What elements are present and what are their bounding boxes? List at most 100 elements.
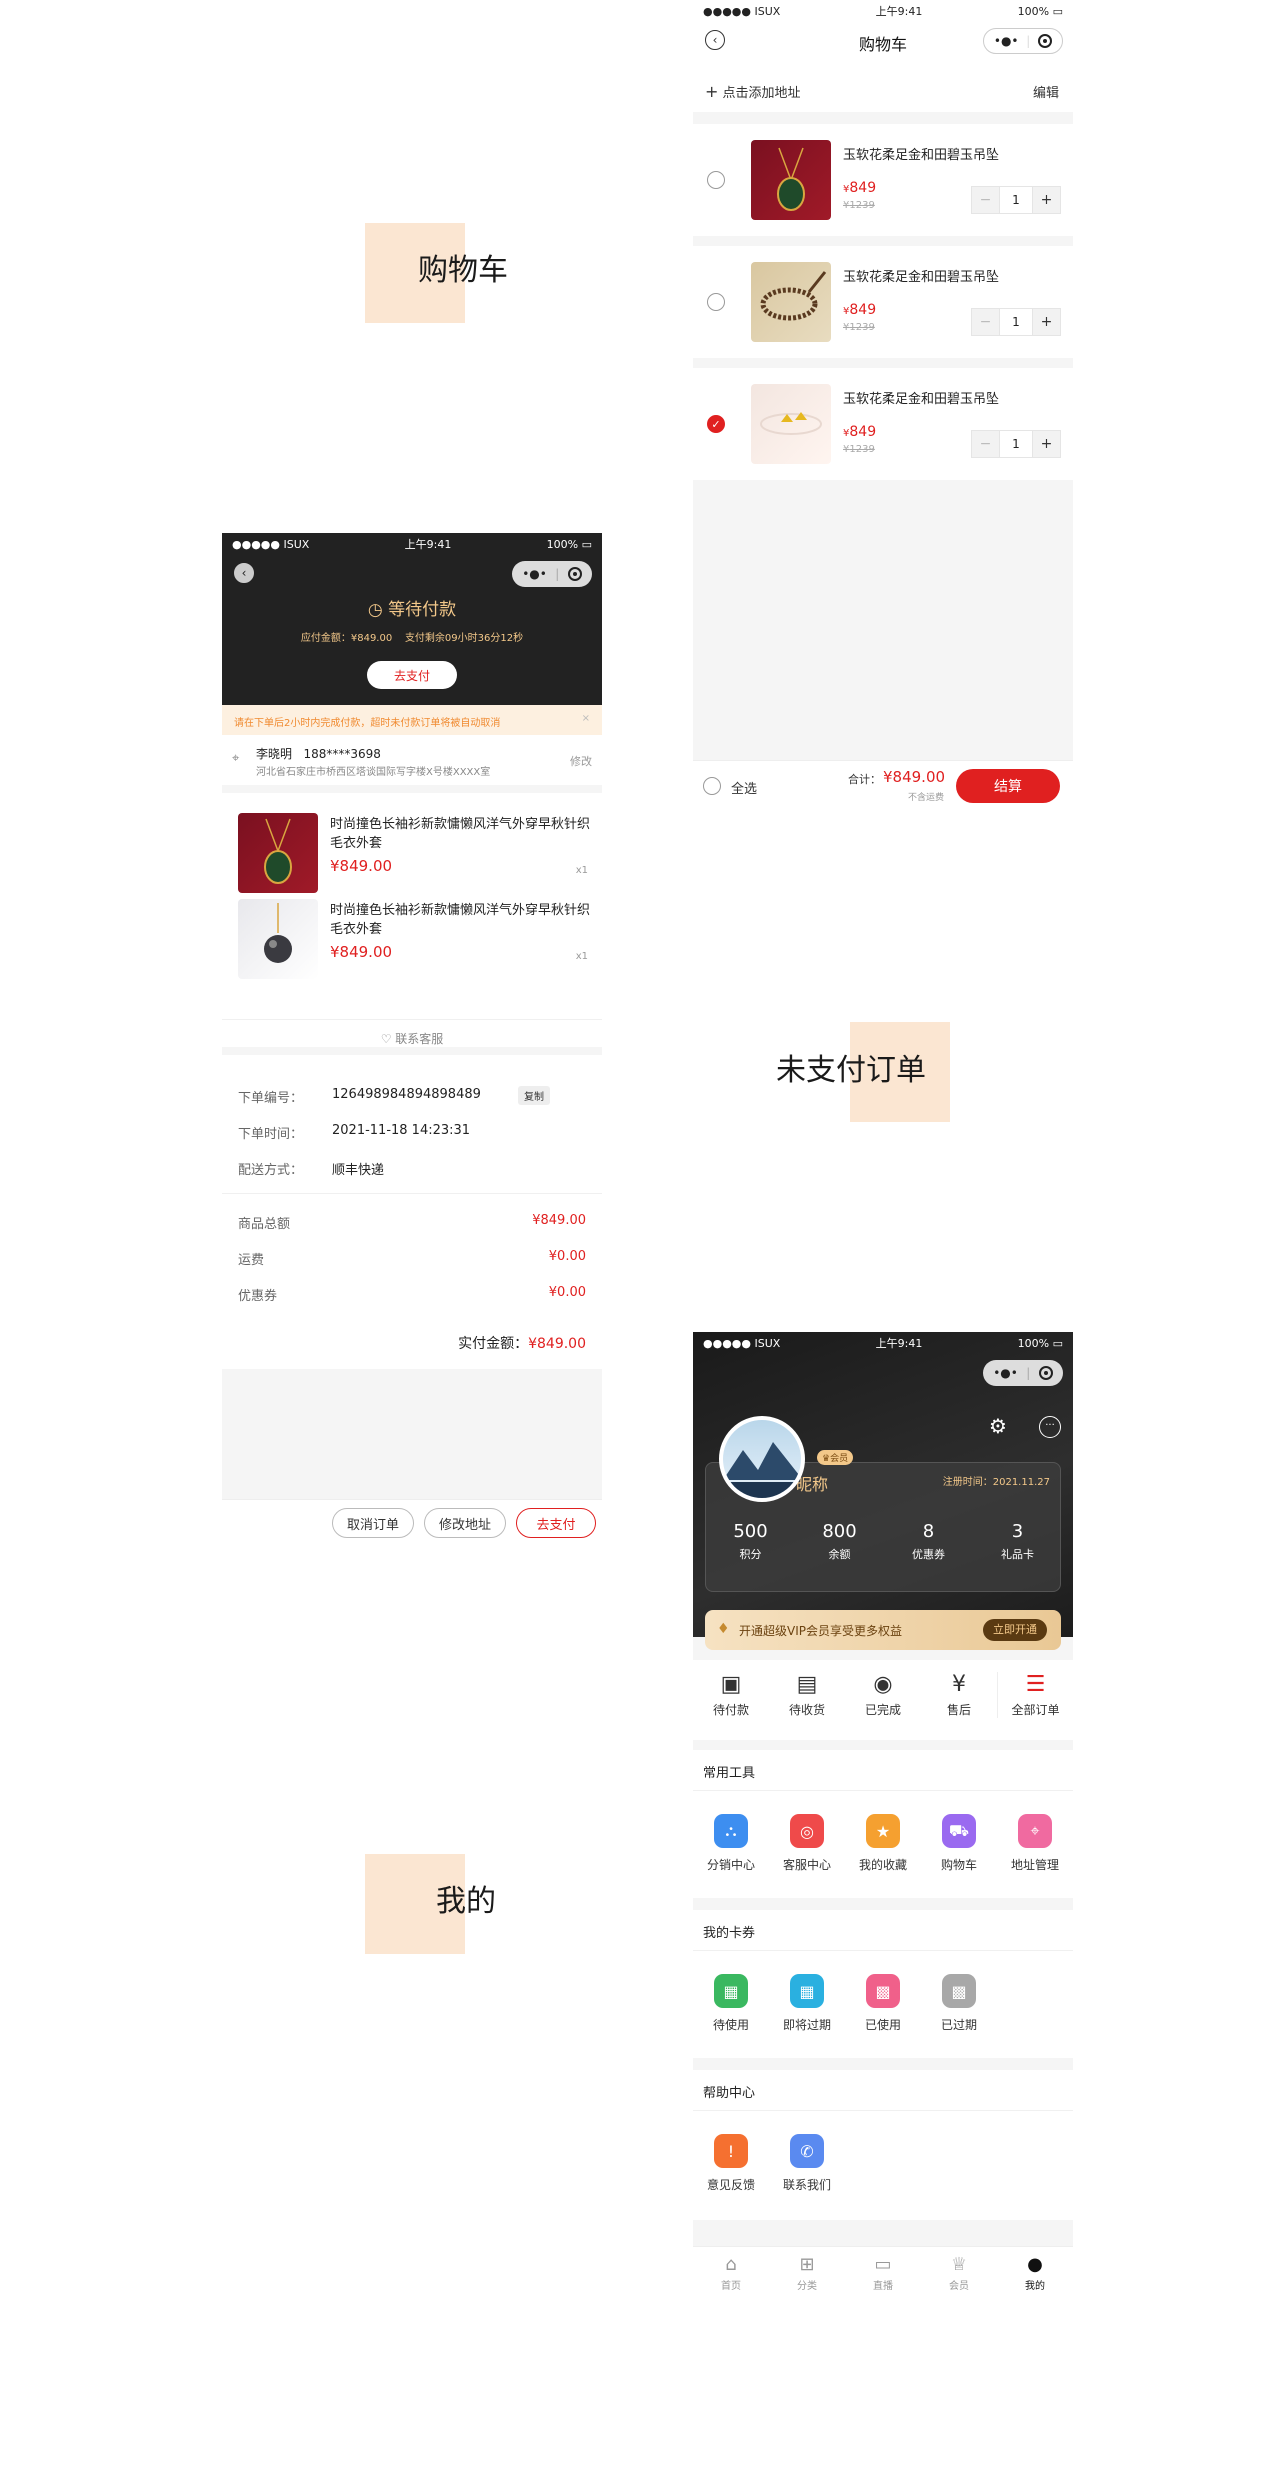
help-feedback[interactable]: ! 意见反馈 [693,2134,769,2193]
card-used[interactable]: ▩ 已使用 [845,1974,921,2033]
tab-category[interactable]: ⊞ 分类 [769,2255,845,2293]
order-shortcut-completed[interactable]: ◉ 已完成 [845,1672,921,1718]
tab-mine[interactable]: ● 我的 [997,2255,1073,2293]
address-card[interactable]: ⌖ 李晓明 188****3698 河北省石家庄市桥西区塔谈国际写字楼X号楼XX… [222,735,602,793]
recipient-phone: 188****3698 [303,747,381,761]
minus-button[interactable]: − [972,187,999,213]
mine-screen: ●●●●● ISUX 上午9:41 100% ▭ •●• | ⚙ ··· 昵称 注… [693,1332,1073,2304]
freight-row: 运费 ¥0.00 [238,1249,586,1268]
product-image [238,899,318,979]
quantity-stepper: −1 + [971,186,1061,214]
plus-button[interactable]: + [1033,187,1060,213]
checkout-button[interactable]: 结算 [956,769,1060,803]
copy-button[interactable]: 复制 [518,1086,550,1105]
modify-address-link[interactable]: 修改 [570,753,592,769]
product-image[interactable] [751,140,831,220]
item-checkbox[interactable] [707,293,725,311]
old-price-value: 1239 [849,322,875,333]
tab-live[interactable]: ▭ 直播 [845,2255,921,2293]
help-contact[interactable]: ✆ 联系我们 [769,2134,845,2193]
tab-label: 首页 [721,2281,741,2292]
profile-header: ●●●●● ISUX 上午9:41 100% ▭ •●• | ⚙ ··· 昵称 注… [693,1332,1073,1650]
product-image[interactable] [751,384,831,464]
close-circle-icon[interactable] [1038,34,1053,48]
freight-value: ¥0.00 [548,1249,586,1264]
notice-text: 请在下单后2小时内完成付款，超时未付款订单将被自动取消 [234,718,501,729]
product-qty: x1 [575,951,588,962]
capsule-menu[interactable]: •●• | [512,561,592,587]
stat-balance[interactable]: 800 余额 [795,1521,884,1562]
home-icon: ⌂ [725,2254,737,2275]
capsule-menu[interactable]: •●• | [983,28,1063,54]
due-label: 应付金额： [300,633,351,644]
order-item[interactable]: 时尚撞色长袖衫新款慵懒风洋气外穿早秋针织毛衣外套 ¥849.00 x1 [222,801,602,895]
add-address-link[interactable]: + 点击添加地址 [705,82,801,101]
product-image[interactable] [751,262,831,342]
status-time: 上午9:41 [404,538,452,551]
order-shortcut-all-orders[interactable]: ☰ 全部订单 [997,1672,1073,1718]
order-shortcut-pending-receipt[interactable]: ▤ 待收货 [769,1672,845,1718]
quantity-value[interactable]: 1 [999,431,1033,457]
go-pay-button[interactable]: 去支付 [516,1508,596,1538]
change-address-button[interactable]: 修改地址 [424,1508,506,1538]
product-name: 时尚撞色长袖衫新款慵懒风洋气外穿早秋针织毛衣外套 [330,817,591,851]
help-label: 意见反馈 [706,2178,755,2192]
plus-button[interactable]: + [1033,309,1060,335]
more-icon[interactable]: •●• [994,34,1019,48]
quantity-value[interactable]: 1 [999,187,1033,213]
contact-service-button[interactable]: ♡ 联系客服 [222,1019,602,1055]
blank-area [222,1369,602,1499]
cancel-order-button[interactable]: 取消订单 [332,1508,414,1538]
minus-button[interactable]: − [972,309,999,335]
tab-home[interactable]: ⌂ 首页 [693,2254,769,2293]
settings-gear-icon[interactable]: ⚙ [989,1414,1007,1438]
plus-button[interactable]: + [1033,431,1060,457]
close-icon[interactable]: × [582,713,590,724]
shortcut-label: 售后 [946,1703,971,1717]
pay-now-button[interactable]: 去支付 [367,661,457,689]
tool-cart[interactable]: ⛟ 购物车 [921,1814,997,1873]
minus-button[interactable]: − [972,431,999,457]
avatar[interactable] [719,1416,805,1502]
carrier: ISUX [754,4,781,18]
close-circle-icon[interactable] [1038,1366,1053,1380]
card-to-use[interactable]: ▦ 待使用 [693,1974,769,2033]
stat-points[interactable]: 500 积分 [706,1521,795,1562]
order-shortcut-after-sales[interactable]: ¥ 售后 [921,1672,997,1718]
card-expiring[interactable]: ▦ 即将过期 [769,1974,845,2033]
old-price-value: 1239 [849,444,875,455]
shipping-note: 不含运费 [908,793,945,803]
vip-banner[interactable]: ♦ 开通超级VIP会员享受更多权益 立即开通 [705,1610,1061,1650]
box-icon: ▤ [796,1672,818,1697]
tool-service-center[interactable]: ◎ 客服中心 [769,1814,845,1873]
delivery-label: 配送方式： [238,1163,304,1178]
cart-screen: ●●●●● ISUX 上午9:41 100% ▭ ‹ 购物车 •●• | + 点击… [693,0,1073,810]
tool-address[interactable]: ⌖ 地址管理 [997,1814,1073,1873]
cards-section: 我的卡券 ▦ 待使用 ▦ 即将过期 ▩ 已使用 ▩ 已过期 [693,1910,1073,2058]
more-icon[interactable]: •●• [522,567,547,581]
cart-item: ✓ 玉软花柔足金和田碧玉吊坠 ¥849 ¥1239 −1 + [693,368,1073,480]
back-button[interactable]: ‹ [234,563,254,583]
tool-favorites[interactable]: ★ 我的收藏 [845,1814,921,1873]
tool-distribution-center[interactable]: ⛬ 分销中心 [693,1814,769,1873]
item-checkbox-checked[interactable]: ✓ [707,415,725,433]
card-label: 已过期 [940,2018,977,2032]
close-circle-icon[interactable] [567,567,582,581]
more-icon[interactable]: •●• [993,1366,1018,1380]
stat-giftcards[interactable]: 3 礼品卡 [973,1521,1062,1562]
capsule-menu[interactable]: •●• | [983,1360,1063,1386]
select-all-checkbox[interactable] [703,777,721,795]
card-expired[interactable]: ▩ 已过期 [921,1974,997,2033]
open-vip-button[interactable]: 立即开通 [983,1619,1047,1641]
order-item[interactable]: 时尚撞色长袖衫新款慵懒风洋气外穿早秋针织毛衣外套 ¥849.00 x1 [222,895,602,989]
item-checkbox[interactable] [707,171,725,189]
order-shortcut-pending-payment[interactable]: ▣ 待付款 [693,1672,769,1718]
stat-label: 积分 [739,1548,762,1561]
total-label: 合计： [848,773,881,786]
message-icon[interactable]: ··· [1039,1416,1061,1438]
tab-member[interactable]: ♕ 会员 [921,2255,997,2293]
stat-coupons[interactable]: 8 优惠券 [884,1521,973,1562]
quantity-value[interactable]: 1 [999,309,1033,335]
edit-button[interactable]: 编辑 [1033,82,1059,101]
shortcut-label: 待付款 [712,1703,749,1717]
